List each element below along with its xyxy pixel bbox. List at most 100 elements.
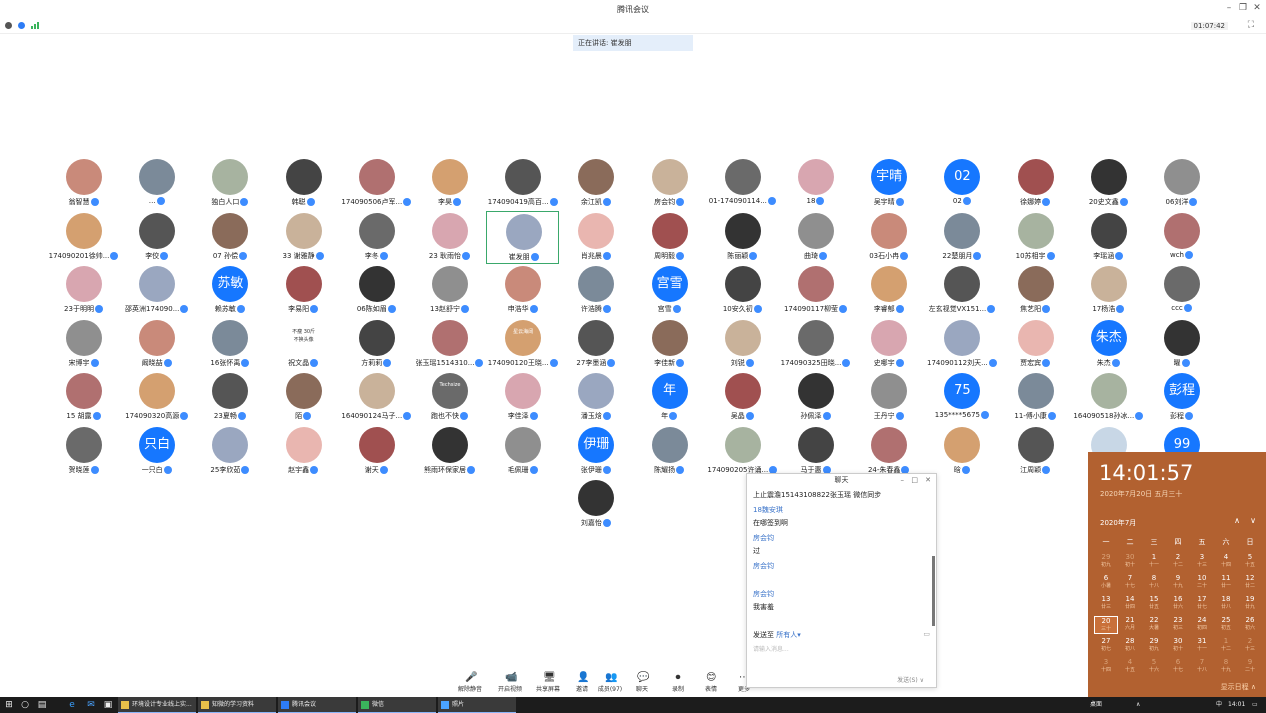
participant-tile[interactable]: 174090506卢军... — [340, 157, 413, 210]
toolbar-button[interactable]: 👥 成员(97) — [595, 673, 625, 694]
calendar-day[interactable]: 17 廿七 — [1190, 595, 1214, 611]
participant-tile[interactable]: 朱杰 朱杰 — [1072, 318, 1145, 371]
participant-tile[interactable]: 邵英洲174090... — [120, 264, 193, 317]
participant-tile[interactable]: 左玄视觉VX151... — [925, 264, 998, 317]
participant-tile[interactable]: 肖兆晨 — [559, 211, 632, 264]
participant-tile[interactable]: 10安久初 — [706, 264, 779, 317]
participant-tile[interactable]: 174090205许诵... — [706, 425, 779, 478]
calendar-day[interactable]: 3 十四 — [1094, 658, 1118, 674]
participant-tile[interactable]: 阚晓喆 — [120, 318, 193, 371]
participant-tile[interactable]: 10苏相宇 — [999, 211, 1072, 264]
calendar-day[interactable]: 29 初九 — [1094, 553, 1118, 569]
participant-tile[interactable]: 宫雪 宫雪 — [633, 264, 706, 317]
taskbar-window[interactable]: 微信 — [358, 697, 436, 713]
calendar-day[interactable]: 9 二十 — [1238, 658, 1262, 674]
participant-tile[interactable]: 余江凯 — [559, 157, 632, 210]
participant-tile[interactable]: 174090325田晓... — [779, 318, 852, 371]
taskbar-window[interactable]: 知微的学习资料 — [198, 697, 276, 713]
participant-tile[interactable]: 33 谢雅静 — [267, 211, 340, 264]
mail-icon[interactable]: ✉ — [86, 700, 96, 710]
toolbar-button[interactable]: 👤 邀请 — [567, 673, 597, 694]
participant-tile[interactable]: 07 孙偿 — [193, 211, 266, 264]
participant-tile[interactable]: 赵宇鑫 — [267, 425, 340, 478]
participant-tile[interactable]: 房会钧 — [633, 157, 706, 210]
calendar-day[interactable]: 27 初七 — [1094, 637, 1118, 653]
notification-icon[interactable]: ▭ — [1252, 697, 1258, 713]
calendar-day[interactable]: 21 六月 — [1118, 616, 1142, 632]
participant-tile[interactable]: 苏敏 赖苏敏 — [193, 264, 266, 317]
participant-tile[interactable]: 焦艺阳 — [999, 264, 1072, 317]
chat-close-icon[interactable]: ✕ — [925, 474, 931, 486]
participant-tile[interactable]: 16张怀禹 — [193, 318, 266, 371]
calendar-day[interactable]: 25 初五 — [1214, 616, 1238, 632]
calendar-day[interactable]: 2 十三 — [1238, 637, 1262, 653]
chat-maximize-icon[interactable]: □ — [911, 474, 918, 486]
calendar-day[interactable]: 6 小暑 — [1094, 574, 1118, 590]
chat-scrollbar[interactable] — [932, 556, 935, 626]
participant-tile[interactable]: 贺晓莲 — [47, 425, 120, 478]
calendar-day[interactable]: 7 十七 — [1118, 574, 1142, 590]
calendar-day[interactable]: 24 初四 — [1190, 616, 1214, 632]
calendar-day[interactable]: 30 初十 — [1166, 637, 1190, 653]
participant-tile[interactable]: 年年 — [633, 371, 706, 424]
calendar-day[interactable]: 2 十二 — [1166, 553, 1190, 569]
participant-tile[interactable]: 17杨浩 — [1072, 264, 1145, 317]
participant-tile[interactable]: 陈耀扬 — [633, 425, 706, 478]
calendar-day[interactable]: 29 初九 — [1142, 637, 1166, 653]
participant-tile[interactable]: 韩聪 — [267, 157, 340, 210]
tray-item[interactable]: 中 — [1216, 697, 1222, 713]
edge-browser-icon[interactable]: e — [67, 700, 77, 710]
participant-tile[interactable]: 孙佩泽 — [779, 371, 852, 424]
participant-tile[interactable]: 翁智慧 — [47, 157, 120, 210]
participant-tile[interactable]: 164090518孙冰... — [1072, 371, 1145, 424]
participant-tile[interactable]: 23于明明 — [47, 264, 120, 317]
participant-tile[interactable]: 江周颖 — [999, 425, 1072, 478]
participant-tile[interactable]: 申浩华 — [486, 264, 559, 317]
toolbar-button[interactable]: 😊 表情 — [696, 673, 726, 694]
calendar-day[interactable]: 13 廿三 — [1094, 595, 1118, 611]
participant-tile[interactable]: wch — [1145, 211, 1218, 264]
calendar-day[interactable]: 12 廿二 — [1238, 574, 1262, 590]
file-icon[interactable]: ▭ — [923, 630, 930, 638]
participant-tile[interactable]: 彭程 彭程 — [1145, 371, 1218, 424]
participant-tile[interactable]: ccc — [1145, 264, 1218, 317]
toolbar-button[interactable]: ⏺ 录制 — [663, 673, 693, 694]
participant-tile[interactable]: 李瑶涵 — [1072, 211, 1145, 264]
calendar-day[interactable]: 26 初六 — [1238, 616, 1262, 632]
participant-tile[interactable]: 许浩腾 — [559, 264, 632, 317]
clock-date[interactable]: 2020年7月20日 五月三十 — [1100, 489, 1182, 499]
tray-item[interactable]: 桌面 — [1090, 697, 1102, 713]
participant-tile[interactable]: 刘锐 — [706, 318, 779, 371]
participant-tile[interactable]: 独白人口 — [193, 157, 266, 210]
participant-tile[interactable]: 164090124马子... — [340, 371, 413, 424]
participant-tile[interactable]: 宇晴 吴宇晴 — [852, 157, 925, 210]
calendar-day[interactable]: 15 廿五 — [1142, 595, 1166, 611]
participant-tile[interactable]: 张玉瑶1514310... — [413, 318, 486, 371]
send-to-target-dropdown[interactable]: 所有人 — [776, 631, 797, 639]
participant-tile[interactable]: 22楚朋月 — [925, 211, 998, 264]
participant-tile[interactable]: 03石小冉 — [852, 211, 925, 264]
toolbar-button[interactable]: 🖥 共享屏幕 — [533, 673, 563, 694]
calendar-day[interactable]: 18 廿八 — [1214, 595, 1238, 611]
participant-tile[interactable]: 20史文鑫 — [1072, 157, 1145, 210]
participant-tile[interactable]: 174090419高百... — [486, 157, 559, 210]
participant-tile[interactable]: 李昊 — [413, 157, 486, 210]
participant-tile[interactable]: 75 135****5675 — [925, 371, 998, 424]
taskbar-window[interactable]: 照片 — [438, 697, 516, 713]
participant-tile[interactable]: 23夏畅 — [193, 371, 266, 424]
fullscreen-icon[interactable]: ⛶ — [1248, 20, 1254, 30]
participant-tile[interactable]: 24-朱春鑫 — [852, 425, 925, 478]
taskbar-window[interactable]: 环境设计专业线上实... — [118, 697, 196, 713]
calendar-day[interactable]: 1 十二 — [1214, 637, 1238, 653]
tray-item[interactable]: ∧ — [1136, 697, 1140, 713]
participant-tile[interactable]: 熊雨环保家居 — [413, 425, 486, 478]
search-icon[interactable]: ○ — [20, 700, 30, 710]
calendar-day[interactable]: 14 廿四 — [1118, 595, 1142, 611]
participant-tile[interactable]: 23 耿雨怡 — [413, 211, 486, 264]
participant-tile[interactable]: 方莉莉 — [340, 318, 413, 371]
participant-tile[interactable]: 伊珊 张伊珊 — [559, 425, 632, 478]
info-icon[interactable] — [5, 22, 12, 29]
close-icon[interactable]: ✕ — [1250, 3, 1264, 13]
signal-icon[interactable] — [31, 22, 40, 29]
participant-tile[interactable]: 史哪宇 — [852, 318, 925, 371]
